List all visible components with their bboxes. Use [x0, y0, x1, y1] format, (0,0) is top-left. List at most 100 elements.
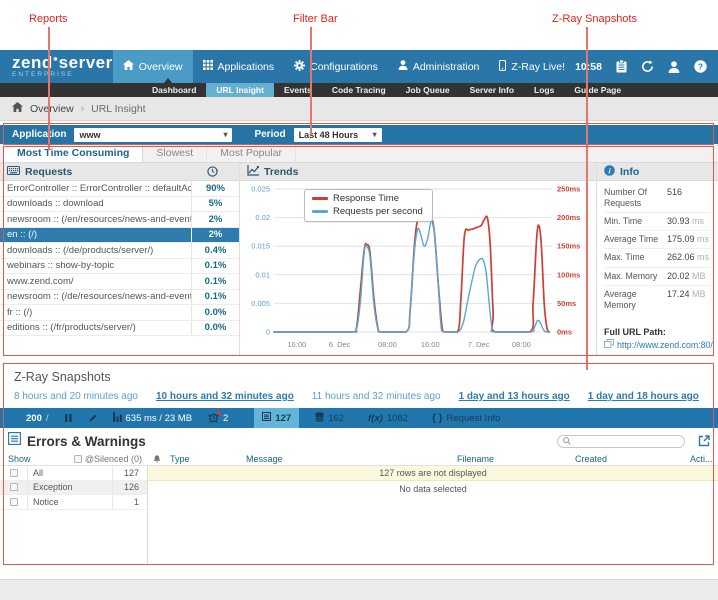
request-row[interactable]: editions :: (/fr/products/server/)0.0% — [0, 321, 239, 337]
snapshot-link[interactable]: 1 day and 18 hours ago — [588, 391, 699, 402]
request-row[interactable]: www.zend.com/0.1% — [0, 274, 239, 290]
brand-logo[interactable]: zend●server ENTERPRISE — [0, 50, 113, 83]
nav-item-zray-live[interactable]: Z-Ray Live! — [489, 50, 575, 83]
info-icon: i — [604, 165, 615, 179]
tab-most-time-consuming[interactable]: Most Time Consuming — [4, 144, 143, 162]
request-row[interactable]: fr :: (/)0.0% — [0, 305, 239, 321]
column-filename[interactable]: Filename — [457, 454, 575, 464]
subnav-item-server-info[interactable]: Server Info — [460, 83, 524, 97]
request-row[interactable]: newsroom :: (/de/resources/news-and-even… — [0, 290, 239, 306]
zray-tab-request-info[interactable]: { } Request Info — [424, 408, 508, 428]
no-data-message: No data selected — [148, 481, 718, 496]
silenced-checkbox[interactable] — [74, 455, 82, 463]
nav-item-applications[interactable]: Applications — [193, 50, 285, 83]
svg-text:16:00: 16:00 — [421, 340, 440, 349]
chevron-down-icon: ▾ — [373, 130, 377, 139]
error-type-filters: All127 Exception126 Notice1 — [0, 466, 148, 565]
subnav-item-events[interactable]: Events — [274, 83, 322, 97]
zray-toolbar: 200/ 635 ms / 23 MB 2 127 162 f(x) 1082 … — [0, 408, 718, 428]
filter-bar: Application www ▾ Period Last 48 Hours ▾ — [0, 125, 718, 144]
pencil-button[interactable] — [80, 408, 105, 428]
errors-table-columns: Show @Silenced (0) Type Message Filename… — [0, 452, 718, 466]
info-row-avg-time: Average Time175.09 ms — [604, 231, 711, 249]
clock-time: 10:58 — [575, 61, 602, 73]
filter-row-notice[interactable]: Notice1 — [0, 495, 147, 510]
filter-checkbox[interactable] — [10, 498, 18, 506]
filter-row-exception[interactable]: Exception126 — [0, 481, 147, 496]
breadcrumb-url-insight: URL Insight — [91, 103, 145, 115]
phone-icon — [499, 60, 506, 74]
info-row-min-time: Min. Time30.93 ms — [604, 213, 711, 231]
info-row-avg-memory: Average Memory17.24 MB — [604, 286, 711, 314]
svg-text:50ms: 50ms — [557, 299, 576, 308]
snapshot-link[interactable]: 8 hours and 20 minutes ago — [14, 391, 138, 402]
column-actions[interactable]: Acti... — [690, 454, 718, 464]
filter-row-all[interactable]: All127 — [0, 466, 147, 481]
tab-slowest[interactable]: Slowest — [143, 144, 207, 162]
snapshot-link[interactable]: 11 hours and 32 minutes ago — [312, 391, 441, 402]
subnav-item-dashboard[interactable]: Dashboard — [142, 83, 206, 97]
subnav-item-url-insight[interactable]: URL Insight — [206, 83, 274, 97]
svg-text:250ms: 250ms — [557, 185, 580, 194]
breadcrumb-overview[interactable]: Overview — [30, 103, 74, 115]
full-url-link[interactable]: http://www.zend.com:80/ — [604, 339, 711, 350]
gear-icon — [294, 60, 305, 74]
help-icon[interactable]: ? — [694, 60, 707, 73]
svg-text:08:00: 08:00 — [378, 340, 397, 349]
snapshot-link[interactable]: 1 day and 13 hours ago — [459, 391, 570, 402]
nav-item-overview[interactable]: Overview — [113, 50, 193, 83]
filter-checkbox[interactable] — [10, 469, 18, 477]
request-row[interactable]: downloads :: (/de/products/server/)0.4% — [0, 243, 239, 259]
export-icon[interactable] — [698, 435, 710, 447]
svg-text:0.015: 0.015 — [251, 242, 270, 251]
zray-tab-database[interactable]: 162 — [307, 408, 352, 428]
subnav-item-code-tracing[interactable]: Code Tracing — [322, 83, 396, 97]
column-type[interactable]: Type — [166, 454, 246, 464]
request-row[interactable]: ErrorController :: ErrorController :: de… — [0, 181, 239, 197]
search-input[interactable] — [557, 435, 685, 448]
errors-warnings-title: Errors & Warnings — [27, 434, 146, 449]
errors-table-body: All127 Exception126 Notice1 127 rows are… — [0, 466, 718, 565]
performance-stats[interactable]: 635 ms / 23 MB — [105, 408, 201, 428]
brand-subtitle: ENTERPRISE — [12, 72, 113, 79]
footer-area — [0, 579, 718, 600]
alert-badge — [217, 411, 221, 415]
legend-swatch-blue — [312, 210, 328, 213]
breadcrumb-home-icon[interactable] — [12, 102, 23, 115]
brand-name: zend●server — [12, 54, 113, 71]
user-icon[interactable] — [668, 61, 680, 73]
trends-header: Trends — [240, 163, 596, 181]
pause-button[interactable] — [57, 408, 80, 428]
snapshot-link[interactable]: 10 hours and 32 minutes ago — [156, 391, 294, 402]
search-icon — [563, 432, 571, 450]
svg-text:0.01: 0.01 — [255, 270, 270, 279]
column-message[interactable]: Message — [246, 454, 457, 464]
tab-most-popular[interactable]: Most Popular — [207, 144, 296, 162]
subnav-item-guide-page[interactable]: Guide Page — [564, 83, 631, 97]
alerts-item[interactable]: 2 — [200, 408, 236, 428]
period-select[interactable]: Last 48 Hours ▾ — [294, 128, 382, 142]
filter-checkbox[interactable] — [10, 483, 18, 491]
request-row[interactable]: webinars :: show-by-topic0.1% — [0, 259, 239, 275]
request-row-selected[interactable]: en :: (/)2% — [0, 228, 239, 244]
annotation-label-filter-bar: Filter Bar — [293, 13, 338, 25]
nav-item-configurations[interactable]: Configurations — [284, 50, 388, 83]
tasks-clipboard-icon[interactable] — [616, 60, 627, 73]
svg-text:?: ? — [698, 61, 703, 71]
silenced-filter[interactable]: @Silenced (0) — [74, 454, 148, 464]
legend-requests-per-second: Requests per second — [312, 206, 423, 217]
refresh-icon[interactable] — [641, 60, 654, 73]
fx-icon: f(x) — [368, 413, 383, 424]
subnav-item-job-queue[interactable]: Job Queue — [396, 83, 460, 97]
request-row[interactable]: downloads :: download5% — [0, 197, 239, 213]
application-select[interactable]: www ▾ — [74, 128, 232, 142]
column-created[interactable]: Created — [575, 454, 690, 464]
zray-snapshots-title: Z-Ray Snapshots — [0, 364, 718, 384]
nav-item-administration[interactable]: Administration — [388, 50, 490, 83]
subnav-item-logs[interactable]: Logs — [524, 83, 564, 97]
zray-tab-functions[interactable]: f(x) 1082 — [360, 408, 416, 428]
request-row[interactable]: newsroom :: (/en/resources/news-and-even… — [0, 212, 239, 228]
zray-tab-errors[interactable]: 127 — [254, 408, 299, 428]
full-url-block: Full URL Path: http://www.zend.com:80/ — [597, 327, 718, 356]
zray-snapshot-links: 8 hours and 20 minutes ago 10 hours and … — [0, 384, 718, 402]
